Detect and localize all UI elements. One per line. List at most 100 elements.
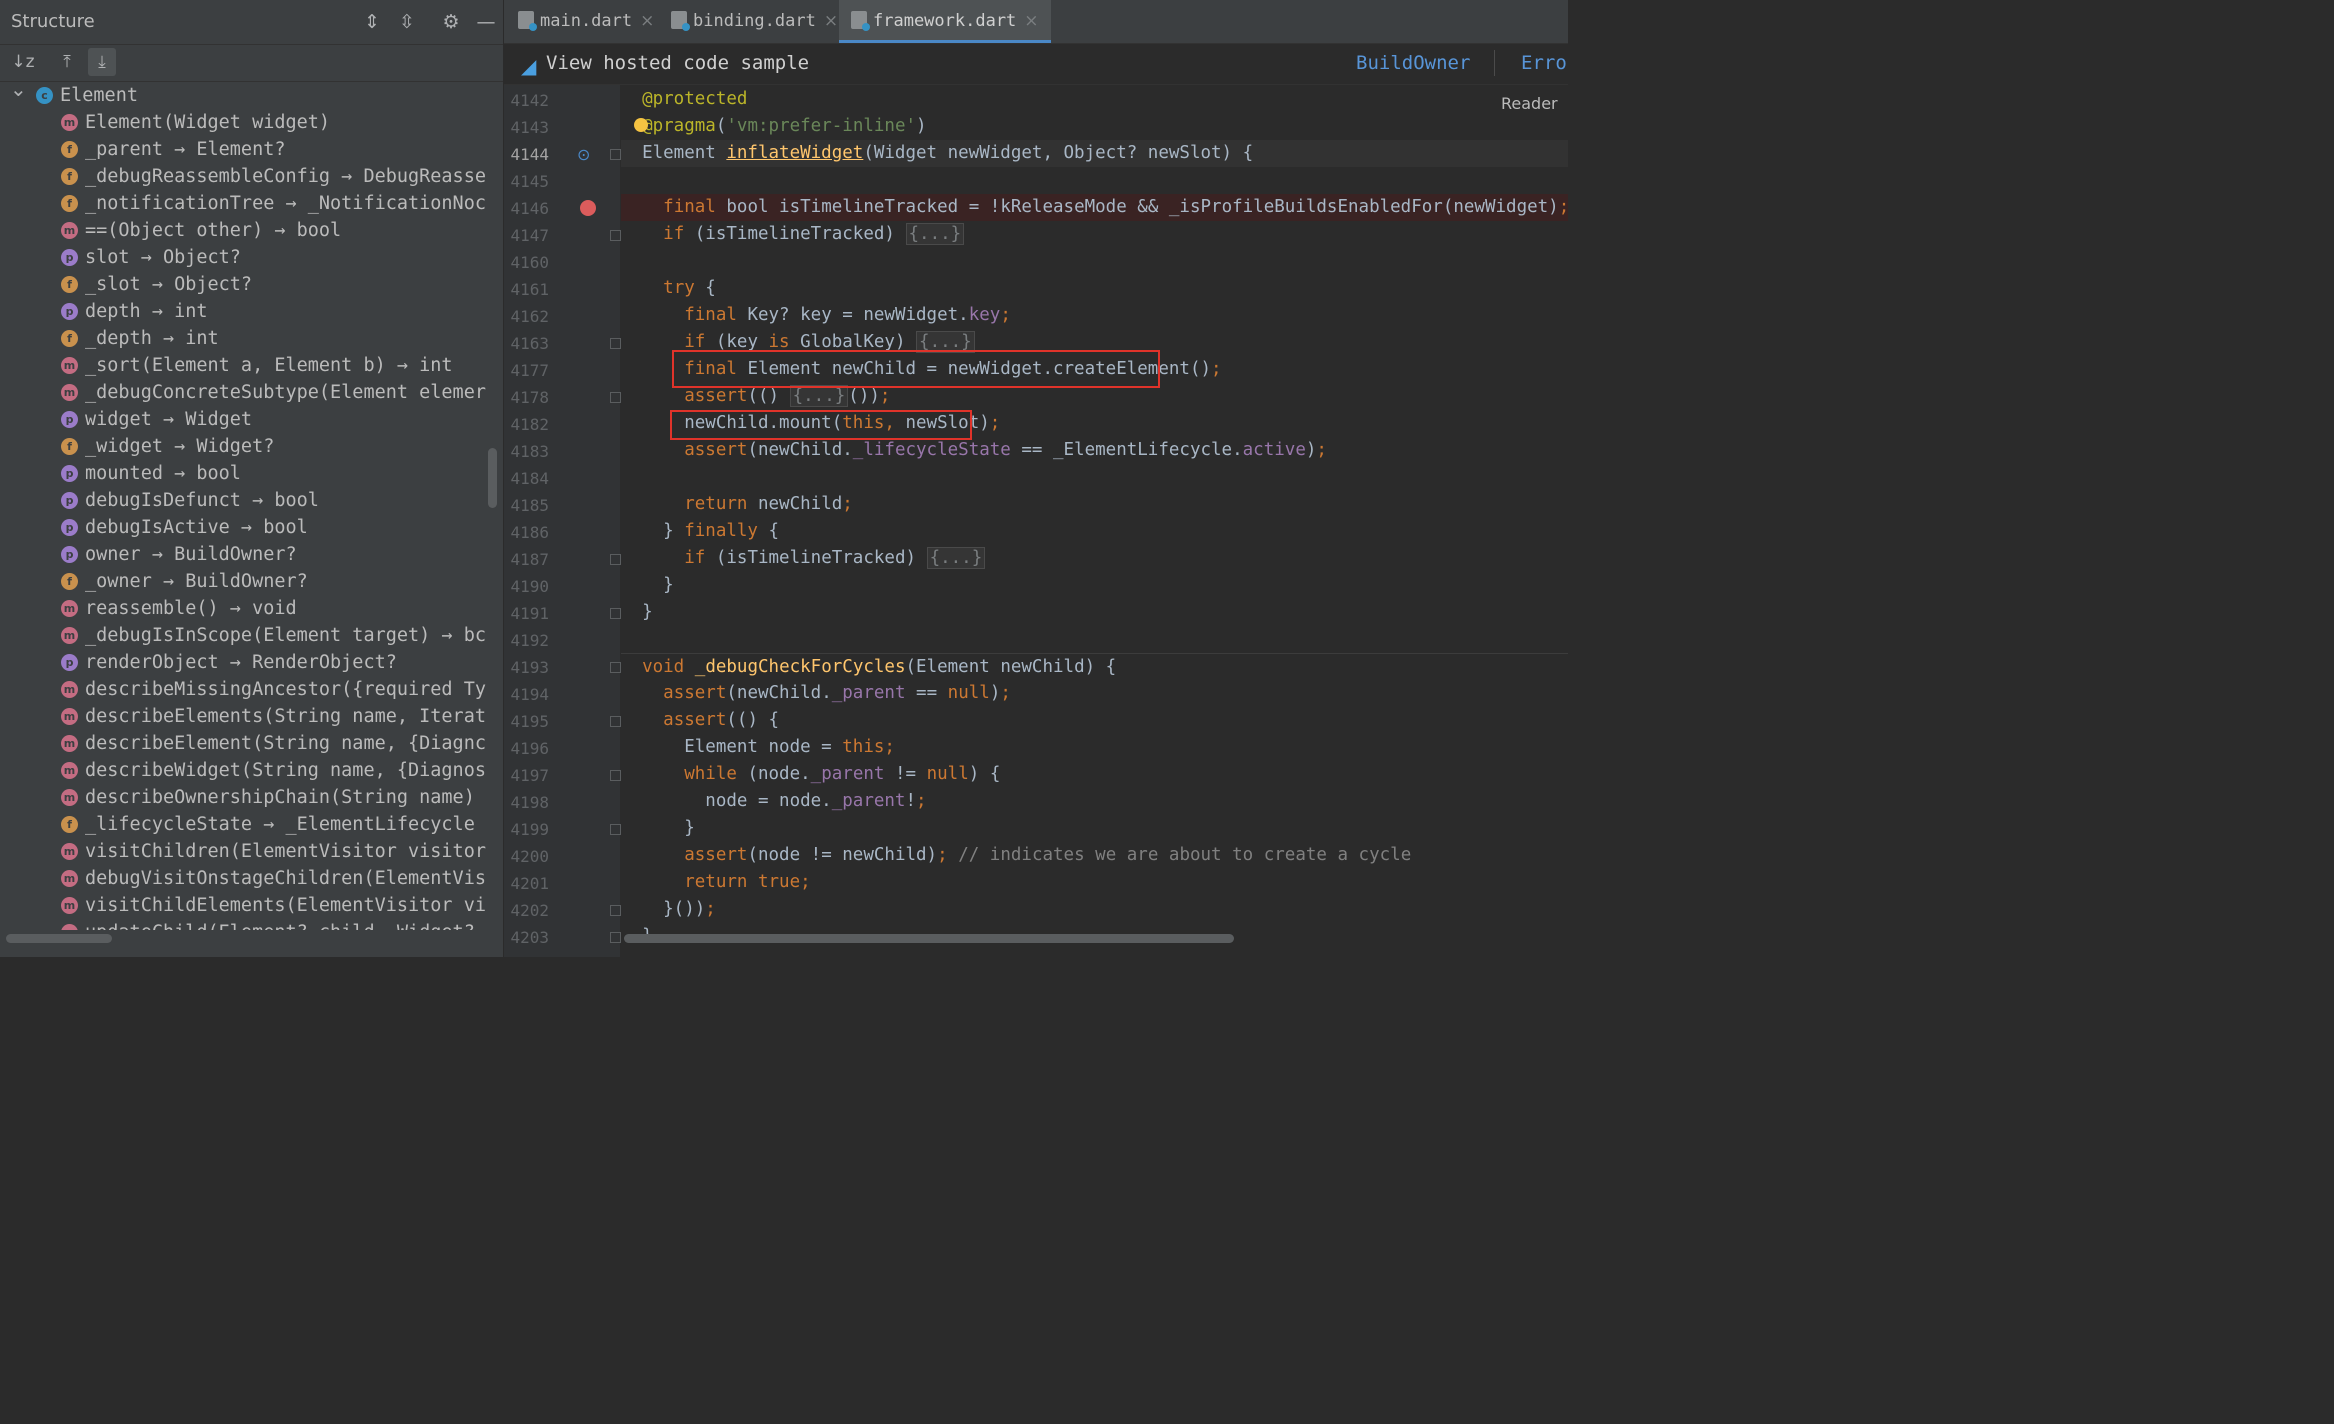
tree-item[interactable]: f _slot → Object? bbox=[0, 271, 487, 298]
tree-item-label: mounted → bool bbox=[85, 463, 241, 484]
tree-item[interactable]: m describeOwnershipChain(String name) bbox=[0, 784, 487, 811]
gear-icon[interactable]: ⚙ bbox=[439, 10, 463, 34]
field-icon: f bbox=[61, 141, 78, 158]
tree-item-label: reassemble() → void bbox=[85, 598, 297, 619]
tree-item[interactable]: m describeElements(String name, Iterat bbox=[0, 703, 487, 730]
breadcrumb-buildowner[interactable]: BuildOwner bbox=[1356, 52, 1470, 74]
method-icon: m bbox=[61, 384, 78, 401]
tree-item[interactable]: m reassemble() → void bbox=[0, 595, 487, 622]
tree-item[interactable]: m visitChildren(ElementVisitor visitor bbox=[0, 838, 487, 865]
code-line: return newChild; bbox=[684, 494, 853, 514]
tree-item[interactable]: f _owner → BuildOwner? bbox=[0, 568, 487, 595]
fold-marker-icon[interactable] bbox=[610, 716, 621, 727]
tree-item[interactable]: f _lifecycleState → _ElementLifecycle bbox=[0, 811, 487, 838]
line-number: 4198 bbox=[510, 793, 549, 812]
tree-item[interactable]: m _debugIsInScope(Element target) → bc bbox=[0, 622, 487, 649]
chevron-down-icon[interactable]: ⌄ bbox=[10, 82, 27, 103]
fold-marker-icon[interactable] bbox=[610, 608, 621, 619]
fold-marker-icon[interactable] bbox=[610, 554, 621, 565]
sort-alphabetically-icon[interactable]: ↓z bbox=[9, 48, 37, 76]
tree-item-label: describeMissingAncestor({required Ty bbox=[85, 679, 486, 700]
fold-marker-icon[interactable] bbox=[610, 662, 621, 673]
tree-item[interactable]: f _depth → int bbox=[0, 325, 487, 352]
editor-panel: main.dart × binding.dart × framework.dart ×… bbox=[504, 0, 1568, 957]
tree-horizontal-scrollbar[interactable] bbox=[6, 934, 112, 943]
fold-marker-icon[interactable] bbox=[610, 338, 621, 349]
navigate-to-source-icon[interactable]: ⤓ bbox=[88, 48, 116, 76]
tree-item[interactable]: p renderObject → RenderObject? bbox=[0, 649, 487, 676]
fold-marker-icon[interactable] bbox=[610, 824, 621, 835]
collapse-all-icon[interactable]: ⇳ bbox=[395, 10, 419, 34]
tree-item[interactable]: p debugIsActive → bool bbox=[0, 514, 487, 541]
fold-marker-icon[interactable] bbox=[610, 932, 621, 943]
breadcrumb-error[interactable]: Erro bbox=[1521, 52, 1567, 74]
tree-item[interactable]: p slot → Object? bbox=[0, 244, 487, 271]
code-line: try { bbox=[663, 278, 716, 298]
tab-framework-dart[interactable]: framework.dart × bbox=[839, 0, 1051, 43]
tree-item-label: _parent → Element? bbox=[85, 139, 286, 160]
lightbulb-icon[interactable] bbox=[634, 118, 648, 132]
line-number: 4190 bbox=[510, 577, 549, 596]
override-marker-icon[interactable]: ⊙ bbox=[577, 145, 590, 164]
fold-marker-icon[interactable] bbox=[610, 149, 621, 160]
tab-main-dart[interactable]: main.dart × bbox=[518, 0, 654, 43]
tree-item[interactable]: m _sort(Element a, Element b) → int bbox=[0, 352, 487, 379]
tree-node-element-class[interactable]: ⌄ c Element bbox=[0, 82, 487, 109]
breadcrumb-separator bbox=[1494, 50, 1495, 76]
editor-gutter[interactable]: 4142 4143 4144 4145 4146 4147 4160 4161 4162 4163… bbox=[504, 85, 621, 957]
tree-vertical-scrollbar[interactable] bbox=[488, 448, 497, 508]
tree-item[interactable]: m describeElement(String name, {Diagnc bbox=[0, 730, 487, 757]
minimize-icon[interactable]: — bbox=[474, 10, 498, 34]
navigate-from-source-icon[interactable]: ⤒ bbox=[53, 48, 81, 76]
method-icon: m bbox=[61, 600, 78, 617]
fold-marker-icon[interactable] bbox=[610, 392, 621, 403]
code-horizontal-scrollbar[interactable] bbox=[624, 934, 1234, 943]
tree-item[interactable]: p debugIsDefunct → bool bbox=[0, 487, 487, 514]
tree-item[interactable]: m Element(Widget widget) bbox=[0, 109, 487, 136]
close-icon[interactable]: × bbox=[824, 11, 838, 31]
tree-item[interactable]: p depth → int bbox=[0, 298, 487, 325]
tree-item[interactable]: p mounted → bool bbox=[0, 460, 487, 487]
code-line: Element node = this; bbox=[621, 737, 895, 757]
method-icon: m bbox=[61, 870, 78, 887]
tree-item[interactable]: m ==(Object other) → bool bbox=[0, 217, 487, 244]
code-line: while (node._parent != null) { bbox=[684, 764, 1001, 784]
breakpoint-icon[interactable] bbox=[580, 200, 596, 216]
tree-item-label: depth → int bbox=[85, 301, 208, 322]
tree-item[interactable]: f _widget → Widget? bbox=[0, 433, 487, 460]
close-icon[interactable]: × bbox=[1024, 11, 1038, 31]
tree-item[interactable]: p widget → Widget bbox=[0, 406, 487, 433]
tree-item[interactable]: m updateChild(Element? child, Widget? bbox=[0, 919, 487, 930]
tree-item[interactable]: m debugVisitOnstageChildren(ElementVis bbox=[0, 865, 487, 892]
code-line: @pragma('vm:prefer-inline') bbox=[642, 116, 927, 136]
tree-item[interactable]: f _notificationTree → _NotificationNoc bbox=[0, 190, 487, 217]
dart-file-icon bbox=[851, 11, 870, 31]
view-hosted-code-sample-link[interactable]: View hosted code sample bbox=[546, 52, 809, 74]
structure-tree: ⌄ c Element m Element(Widget widget) f _parent… bbox=[0, 82, 487, 930]
line-number: 4194 bbox=[510, 685, 549, 704]
tree-item[interactable]: f _parent → Element? bbox=[0, 136, 487, 163]
close-icon[interactable]: × bbox=[640, 11, 654, 31]
line-number: 4203 bbox=[510, 928, 549, 947]
tree-item[interactable]: m visitChildElements(ElementVisitor vi bbox=[0, 892, 487, 919]
tree-item-label: debugIsActive → bool bbox=[85, 517, 308, 538]
tree-item[interactable]: f _debugReassembleConfig → DebugReasse bbox=[0, 163, 487, 190]
reader-mode-toggle[interactable]: Reader bbox=[1501, 94, 1558, 113]
tree-item[interactable]: m describeMissingAncestor({required Ty bbox=[0, 676, 487, 703]
tree-item-label: debugIsDefunct → bool bbox=[85, 490, 319, 511]
fold-marker-icon[interactable] bbox=[610, 905, 621, 916]
line-number: 4183 bbox=[510, 442, 549, 461]
tree-item-label: updateChild(Element? child, Widget? bbox=[85, 919, 475, 930]
tab-binding-dart[interactable]: binding.dart × bbox=[671, 0, 838, 43]
line-number: 4186 bbox=[510, 523, 549, 542]
tree-item[interactable]: p owner → BuildOwner? bbox=[0, 541, 487, 568]
code-area[interactable]: @protected @pragma('vm:prefer-inline') E… bbox=[621, 85, 1568, 935]
tree-item-label: describeWidget(String name, {Diagnos bbox=[85, 760, 486, 781]
tree-item[interactable]: m _debugConcreteSubtype(Element elemer bbox=[0, 379, 487, 406]
expand-all-icon[interactable]: ⇕ bbox=[360, 10, 384, 34]
fold-marker-icon[interactable] bbox=[610, 770, 621, 781]
fold-marker-icon[interactable] bbox=[610, 230, 621, 241]
code-line: void _debugCheckForCycles(Element newChi… bbox=[621, 653, 1568, 681]
tree-item[interactable]: m describeWidget(String name, {Diagnos bbox=[0, 757, 487, 784]
